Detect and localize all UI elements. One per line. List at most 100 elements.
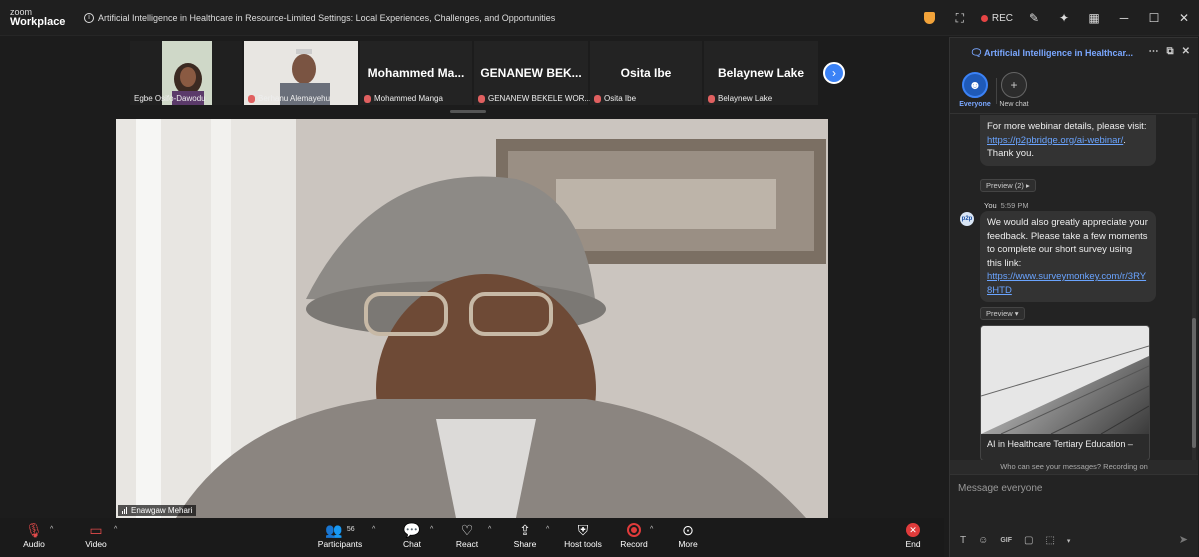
focus-mode-icon[interactable]: ⛶ [949, 7, 971, 29]
next-page-arrow-icon[interactable]: › [823, 62, 845, 84]
video-button[interactable]: ▭ Video [76, 521, 116, 549]
message-text: . [1123, 134, 1126, 146]
participant-name: Osita Ibe [594, 94, 636, 103]
mic-muted-icon [248, 94, 255, 103]
shield-icon: ⛨ [577, 522, 589, 538]
view-layout-icon[interactable]: ▦ [1083, 7, 1105, 29]
gallery-resize-handle[interactable] [450, 110, 486, 113]
composer-tools: T ☺ GIF ▢ ⬚ ▾ [960, 535, 1082, 546]
participant-tile[interactable]: Belaynew Lake Belaynew Lake [704, 41, 818, 105]
chat-message[interactable]: For more webinar details, please visit: … [980, 115, 1156, 166]
audio-options-chevron-icon[interactable]: ^ [50, 526, 53, 533]
record-chevron-icon[interactable]: ^ [650, 526, 653, 533]
share-chevron-icon[interactable]: ^ [546, 526, 549, 533]
active-speaker-video[interactable]: Enawgaw Mehari [116, 119, 828, 518]
message-link[interactable]: https://p2pbridge.org/ai-webinar/ [987, 135, 1123, 146]
message-text: Thank you. [987, 148, 1034, 159]
chat-visibility-notice[interactable]: Who can see your messages? Recording on [950, 460, 1198, 474]
participant-tile[interactable]: Osita Ibe Osita Ibe [590, 41, 702, 105]
preview-toggle[interactable]: Preview (2) ▸ [980, 179, 1036, 192]
rec-label: REC [991, 12, 1013, 24]
participant-tile[interactable]: Mohammed Ma... Mohammed Manga [360, 41, 472, 105]
avatar[interactable]: p2p [960, 212, 974, 226]
video-label: Video [85, 539, 107, 549]
share-screen-icon: ⇪ [519, 522, 531, 538]
emoji-icon[interactable]: ☺ [978, 535, 988, 546]
message-text: For more webinar details, please visit: [987, 121, 1147, 132]
chat-header-actions: ⋯ ⧉ ✕ [1140, 46, 1190, 57]
react-label: React [455, 539, 479, 549]
chat-scrollbar[interactable] [1192, 118, 1196, 493]
end-button[interactable]: ✕ End [898, 521, 928, 549]
participant-display-name: Mohammed Ma... [367, 66, 465, 80]
more-button[interactable]: ⊙ More [674, 521, 702, 549]
chat-title[interactable]: Artificial Intelligence in Healthcar... [984, 48, 1133, 58]
participant-name: Berhanu Alemayehu [248, 94, 330, 103]
security-shield-icon[interactable] [919, 7, 941, 29]
title-bar: zoom Workplace i Artificial Intelligence… [0, 0, 1199, 36]
chevron-down-icon[interactable]: ▾ [1067, 537, 1071, 545]
host-tools-label: Host tools [564, 539, 602, 549]
video-options-chevron-icon[interactable]: ^ [114, 526, 117, 533]
participant-name: GENANEW BEKELE WOR... [478, 94, 591, 103]
participant-display-name: Osita Ibe [620, 66, 672, 80]
react-chevron-icon[interactable]: ^ [488, 526, 491, 533]
meeting-info[interactable]: i Artificial Intelligence in Healthcare … [78, 12, 555, 23]
close-button[interactable]: ✕ [1169, 7, 1199, 29]
chat-panel: 🗨 Artificial Intelligence in Healthcar..… [949, 37, 1198, 557]
message-input[interactable]: Message everyone [958, 483, 1043, 494]
participants-label: Participants [317, 539, 363, 549]
record-button[interactable]: Record [618, 521, 650, 549]
message-text: We would also greatly appreciate your fe… [987, 217, 1148, 269]
rec-dot-icon [980, 14, 988, 22]
mic-muted-icon [708, 94, 715, 103]
audio-button[interactable]: 🎙 Audio [14, 521, 54, 549]
pop-out-icon[interactable]: ⧉ [1166, 46, 1173, 57]
minimize-button[interactable]: ─ [1109, 7, 1139, 29]
mic-muted-icon [594, 94, 601, 103]
message-link[interactable]: https://www.surveymonkey.com/r/3RY8HTD [987, 271, 1146, 296]
participant-tile[interactable]: Berhanu Alemayehu [244, 41, 358, 105]
mic-muted-icon [478, 94, 485, 103]
participant-display-name: GENANEW BEK... [480, 66, 582, 80]
title-bar-actions: ⛶ REC ✎ ✦ ▦ ─ ☐ ✕ [915, 0, 1199, 36]
group-icon: ☻ [962, 72, 988, 98]
more-options-icon[interactable]: ⋯ [1148, 46, 1158, 57]
chat-button[interactable]: 💬 Chat [398, 521, 426, 549]
chat-message[interactable]: We would also greatly appreciate your fe… [980, 211, 1156, 302]
participants-icon: 👥 56 [325, 522, 355, 538]
screenshot-icon[interactable]: ⬚ [1045, 535, 1054, 546]
link-preview-caption: AI in Healthcare Tertiary Education – [987, 439, 1133, 449]
tab-everyone[interactable]: ☻ Everyone [956, 72, 994, 108]
host-tools-button[interactable]: ⛨ Host tools [562, 521, 604, 549]
participant-tile[interactable]: Egbe Osifo-Dawodu [130, 41, 242, 105]
record-label: Record [620, 539, 648, 549]
info-icon[interactable]: i [84, 12, 94, 23]
plus-icon: + [1001, 72, 1027, 98]
mic-muted-icon [364, 94, 371, 103]
participant-strip: Egbe Osifo-Dawodu Berhanu Alemayehu Moha… [130, 40, 848, 106]
zoom-logo: zoom Workplace [0, 7, 78, 28]
message-composer[interactable]: Message everyone T ☺ GIF ▢ ⬚ ▾ ➤ [950, 474, 1198, 557]
tab-label: New chat [999, 101, 1029, 108]
ai-companion-icon[interactable]: ✦ [1053, 7, 1075, 29]
send-icon[interactable]: ➤ [1179, 533, 1188, 546]
preview-toggle[interactable]: Preview ▾ [980, 307, 1025, 320]
tab-new-chat[interactable]: + New chat [996, 72, 1032, 108]
participant-tile[interactable]: GENANEW BEK... GENANEW BEKELE WOR... [474, 41, 591, 105]
annotate-pen-icon[interactable]: ✎ [1023, 7, 1045, 29]
react-button[interactable]: ♡ React [452, 521, 482, 549]
participants-chevron-icon[interactable]: ^ [372, 526, 375, 533]
recording-indicator[interactable]: REC [980, 12, 1013, 24]
maximize-button[interactable]: ☐ [1139, 7, 1169, 29]
link-preview-card[interactable]: AI in Healthcare Tertiary Education – [980, 325, 1150, 460]
chat-chevron-icon[interactable]: ^ [430, 526, 433, 533]
participant-name: Belaynew Lake [708, 94, 772, 103]
share-label: Share [513, 539, 537, 549]
format-text-icon[interactable]: T [960, 535, 966, 546]
gif-icon[interactable]: GIF [1000, 537, 1012, 544]
file-icon[interactable]: ▢ [1024, 535, 1033, 546]
close-chat-icon[interactable]: ✕ [1182, 46, 1190, 57]
participants-button[interactable]: 👥 56 Participants [314, 521, 366, 549]
share-button[interactable]: ⇪ Share [510, 521, 540, 549]
